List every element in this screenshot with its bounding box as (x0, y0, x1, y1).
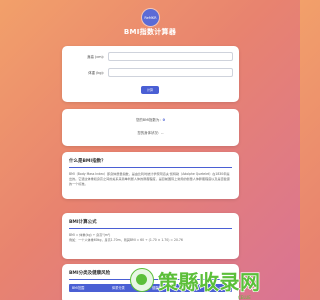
watermark-text: 策縣收录网 (157, 269, 261, 294)
formula-title: BMI计算公式 (69, 220, 97, 225)
height-input[interactable] (108, 52, 233, 61)
result-card: 您的BMI指数为：0 您的身体状况：-- (62, 109, 239, 146)
weight-label: 体重 (kg): (88, 71, 104, 75)
bmi-result-value: 0 (162, 118, 165, 122)
watermark-sub: CELUE (238, 295, 251, 300)
weight-input[interactable] (108, 68, 233, 77)
formula-example: 例如：一个人体重60kg，身高1.70m，则其BMI = 60 ÷ (1.70 … (69, 238, 183, 242)
formula-text: BMI = 体重(kg) ÷ 身高²(m²) 例如：一个人体重60kg，身高1.… (62, 229, 239, 249)
status-result-label: 您的身体状况： (137, 131, 162, 135)
watermark: 策縣收录网 (130, 266, 298, 294)
bmi-result-line: 您的BMI指数为：0 (62, 117, 239, 122)
table-header-cell: BMI范围 (72, 286, 85, 291)
height-label: 身高 (cm): (87, 55, 104, 59)
watermark-logo-icon (130, 268, 154, 292)
calculate-button[interactable]: 计算 (141, 86, 159, 94)
bmi-result-label: 您的BMI指数为： (136, 118, 163, 122)
status-result-line: 您的身体状况：-- (62, 130, 239, 135)
height-row: 身高 (cm): (70, 52, 233, 61)
weight-row: 体重 (kg): (70, 68, 233, 77)
app-logo-icon: ReMKR (142, 9, 159, 26)
what-is-bmi-text: BMI（Body Mass Index）即身体质量指数，是由比利时统计学家阿道夫… (69, 171, 230, 187)
formula-card: BMI计算公式 BMI = 体重(kg) ÷ 身高²(m²) 例如：一个人体重6… (62, 213, 239, 259)
what-is-bmi-title: 什么是BMI指数？ (69, 159, 106, 164)
page-title: BMI指数计算器 (123, 28, 177, 36)
what-is-bmi-card: 什么是BMI指数？ BMI（Body Mass Index）即身体质量指数，是由… (62, 152, 239, 199)
status-result-value: -- (161, 131, 164, 135)
